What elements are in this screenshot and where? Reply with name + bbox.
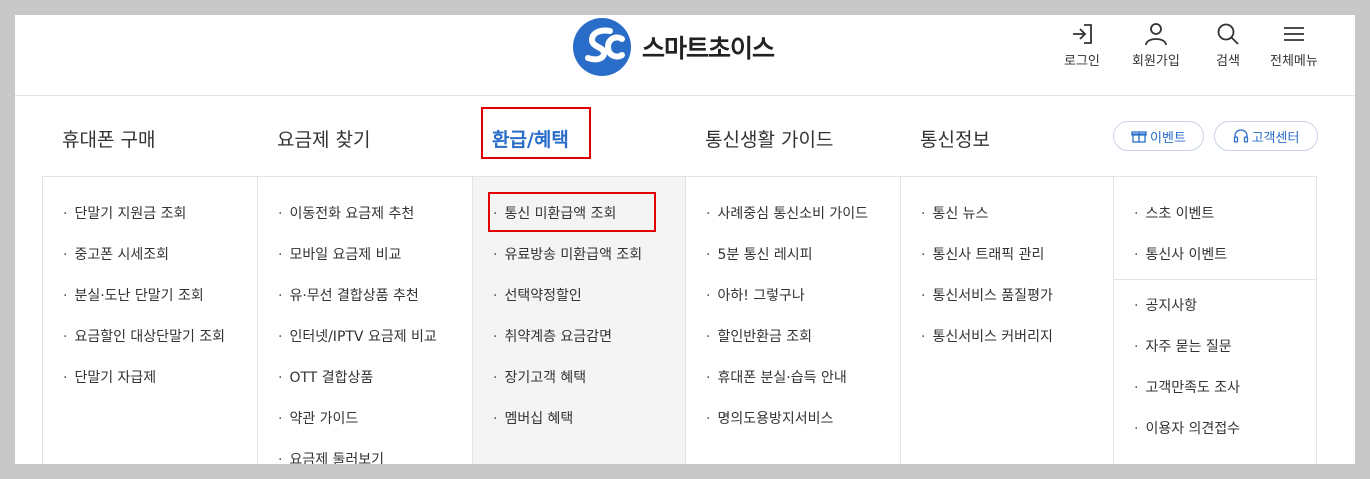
menu-link[interactable]: 통신사 이벤트	[1134, 244, 1227, 264]
menu-column-events: 스초 이벤트 통신사 이벤트 공지사항 자주 묻는 질문 고객만족도 조사 이용…	[1113, 177, 1317, 464]
gift-icon	[1131, 131, 1147, 143]
menu-link[interactable]: 이동전화 요금제 추천	[278, 203, 414, 223]
smartchoice-logo-icon	[573, 18, 631, 76]
menu-link[interactable]: 사례중심 통신소비 가이드	[706, 203, 868, 223]
nav-telecom-guide[interactable]: 통신생활 가이드	[705, 125, 833, 152]
main-nav: 휴대폰 구매 요금제 찾기 환급/혜택 통신생활 가이드 통신정보 이벤트 고객…	[15, 96, 1355, 176]
signup-button[interactable]: 회원가입	[1132, 21, 1180, 69]
menu-link[interactable]: 인터넷/IPTV 요금제 비교	[278, 326, 436, 346]
menu-link[interactable]: 약관 가이드	[278, 408, 358, 428]
menu-link[interactable]: 장기고객 혜택	[493, 367, 586, 387]
customer-center-button[interactable]: 고객센터	[1214, 121, 1318, 151]
menu-column-plans: 이동전화 요금제 추천 모바일 요금제 비교 유·무선 결합상품 추천 인터넷/…	[257, 177, 472, 464]
brand-name: 스마트초이스	[642, 34, 775, 63]
all-menu-button[interactable]: 전체메뉴	[1270, 21, 1318, 69]
menu-link[interactable]: 스초 이벤트	[1134, 203, 1214, 223]
menu-link[interactable]: 할인반환금 조회	[706, 326, 812, 346]
menu-link[interactable]: 유·무선 결합상품 추천	[278, 285, 418, 305]
menu-link[interactable]: 요금제 둘러보기	[278, 449, 384, 464]
menu-divider	[1114, 279, 1316, 280]
menu-link[interactable]: 통신서비스 품질평가	[921, 285, 1052, 305]
menu-link[interactable]: 분실·도난 단말기 조회	[63, 285, 203, 305]
search-icon	[1217, 23, 1239, 45]
menu-link[interactable]: 자주 묻는 질문	[1134, 336, 1231, 356]
menu-link[interactable]: 휴대폰 분실·습득 안내	[706, 367, 846, 387]
event-label: 이벤트	[1150, 130, 1186, 146]
menu-highlight-box	[488, 192, 656, 232]
menu-link[interactable]: 멤버십 혜택	[493, 408, 573, 428]
menu-column-info: 통신 뉴스 통신사 트래픽 관리 통신서비스 품질평가 통신서비스 커버리지	[900, 177, 1113, 464]
menu-column-refund: 통신 미환급액 조회 유료방송 미환급액 조회 선택약정할인 취약계층 요금감면…	[472, 177, 685, 464]
signup-label: 회원가입	[1132, 54, 1180, 69]
menu-link[interactable]: 유료방송 미환급액 조회	[493, 244, 642, 264]
nav-plan-search[interactable]: 요금제 찾기	[277, 125, 370, 152]
menu-link[interactable]: 모바일 요금제 비교	[278, 244, 401, 264]
all-menu-label: 전체메뉴	[1270, 54, 1318, 69]
customer-center-label: 고객센터	[1251, 130, 1300, 146]
event-button[interactable]: 이벤트	[1113, 121, 1204, 151]
search-button[interactable]: 검색	[1215, 21, 1241, 69]
menu-link[interactable]: 이용자 의견접수	[1134, 418, 1240, 438]
brand-logo[interactable]: 스마트초이스	[572, 17, 775, 77]
menu-link[interactable]: 아하! 그렇구나	[706, 285, 804, 305]
menu-link[interactable]: 명의도용방지서비스	[706, 408, 833, 428]
login-button[interactable]: 로그인	[1064, 21, 1100, 69]
mega-menu: 단말기 지원금 조회 중고폰 시세조회 분실·도난 단말기 조회 요금할인 대상…	[42, 176, 1317, 464]
menu-link[interactable]: 통신서비스 커버리지	[921, 326, 1052, 346]
menu-link[interactable]: 단말기 지원금 조회	[63, 203, 186, 223]
user-icon	[1145, 23, 1167, 46]
menu-link[interactable]: 통신 뉴스	[921, 203, 988, 223]
menu-column-phone: 단말기 지원금 조회 중고폰 시세조회 분실·도난 단말기 조회 요금할인 대상…	[42, 177, 257, 464]
menu-link[interactable]: 공지사항	[1134, 295, 1197, 315]
menu-link[interactable]: 통신사 트래픽 관리	[921, 244, 1044, 264]
login-label: 로그인	[1064, 54, 1100, 69]
login-icon	[1072, 24, 1092, 44]
top-header: 스마트초이스 로그인 회원가입 검색 전체메뉴	[15, 15, 1355, 96]
menu-link[interactable]: 단말기 자급제	[63, 367, 156, 387]
menu-link[interactable]: 중고폰 시세조회	[63, 244, 169, 264]
menu-link[interactable]: 선택약정할인	[493, 285, 581, 305]
menu-link[interactable]: 취약계층 요금감면	[493, 326, 612, 346]
menu-link[interactable]: 5분 통신 레시피	[706, 244, 812, 264]
menu-icon	[1283, 27, 1304, 41]
menu-link[interactable]: 요금할인 대상단말기 조회	[63, 326, 225, 346]
nav-phone-purchase[interactable]: 휴대폰 구매	[62, 125, 155, 152]
menu-link[interactable]: 고객만족도 조사	[1134, 377, 1240, 397]
headset-icon	[1233, 129, 1248, 143]
menu-link[interactable]: OTT 결합상품	[278, 367, 373, 387]
search-label: 검색	[1216, 54, 1240, 69]
menu-column-guide: 사례중심 통신소비 가이드 5분 통신 레시피 아하! 그렇구나 할인반환금 조…	[685, 177, 900, 464]
nav-highlight-box	[481, 107, 591, 159]
page-frame: 스마트초이스 로그인 회원가입 검색 전체메뉴 휴대폰 구매 요금제 찾기 환급…	[15, 15, 1355, 464]
nav-telecom-info[interactable]: 통신정보	[920, 125, 990, 152]
